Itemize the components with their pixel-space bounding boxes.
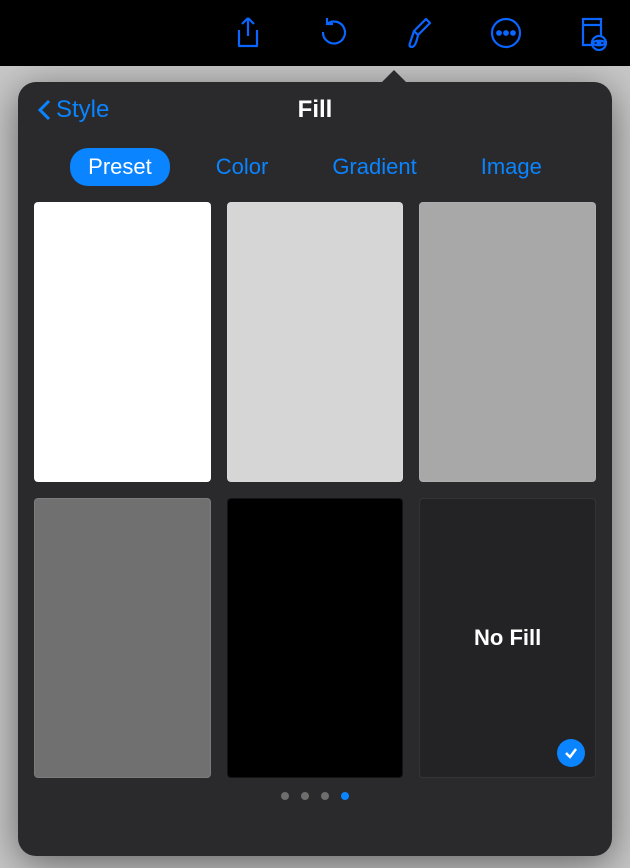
- tab-color[interactable]: Color: [198, 148, 287, 186]
- page-dot-active: [341, 792, 349, 800]
- swatch-no-fill[interactable]: No Fill: [419, 498, 596, 778]
- back-label: Style: [56, 96, 109, 124]
- fill-popover: Style Fill Preset Color Gradient Image N…: [18, 82, 612, 856]
- swatch-label: No Fill: [474, 625, 541, 651]
- top-toolbar: [0, 0, 630, 66]
- tab-preset[interactable]: Preset: [70, 148, 170, 186]
- page-dot: [281, 792, 289, 800]
- swatch-gray[interactable]: [419, 202, 596, 482]
- popover-header: Style Fill: [18, 82, 612, 138]
- share-icon[interactable]: [230, 15, 266, 51]
- selected-checkmark-icon: [557, 739, 585, 767]
- document-view-icon[interactable]: [574, 15, 610, 51]
- page-indicator[interactable]: [18, 778, 612, 814]
- swatch-white[interactable]: [34, 202, 211, 482]
- back-button[interactable]: Style: [36, 96, 109, 124]
- preset-swatch-grid: No Fill: [18, 202, 612, 778]
- page-dot: [301, 792, 309, 800]
- fill-type-tabs: Preset Color Gradient Image: [18, 138, 612, 202]
- page-dot: [321, 792, 329, 800]
- format-brush-icon[interactable]: [402, 15, 438, 51]
- swatch-dark-gray[interactable]: [34, 498, 211, 778]
- swatch-black[interactable]: [227, 498, 404, 778]
- tab-gradient[interactable]: Gradient: [314, 148, 434, 186]
- undo-icon[interactable]: [316, 15, 352, 51]
- swatch-light-gray[interactable]: [227, 202, 404, 482]
- more-icon[interactable]: [488, 15, 524, 51]
- tab-image[interactable]: Image: [463, 148, 560, 186]
- chevron-left-icon: [36, 98, 52, 122]
